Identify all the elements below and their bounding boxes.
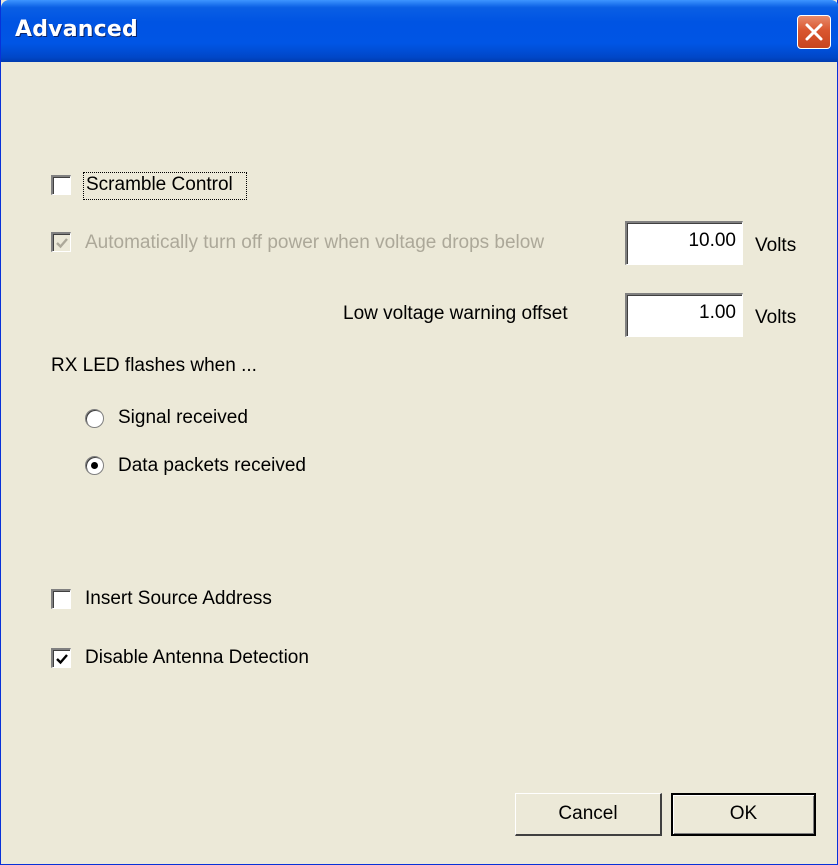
insert-source-address-label[interactable]: Insert Source Address (85, 587, 272, 611)
power-off-voltage-unit: Volts (755, 235, 797, 256)
cancel-button[interactable]: Cancel (515, 793, 662, 836)
scramble-control-checkbox[interactable] (51, 175, 71, 195)
checkmark-icon (56, 654, 68, 665)
window-title: Advanced (15, 17, 138, 42)
insert-source-address-checkbox[interactable] (51, 589, 71, 609)
disable-antenna-detection-label[interactable]: Disable Antenna Detection (85, 646, 309, 670)
data-packets-received-radio[interactable] (85, 456, 104, 475)
auto-power-off-label: Automatically turn off power when voltag… (85, 232, 545, 253)
data-packets-received-label[interactable]: Data packets received (118, 454, 306, 478)
title-bar[interactable]: Advanced (1, 0, 838, 62)
close-icon (805, 23, 823, 41)
ok-button[interactable]: OK (671, 793, 816, 836)
scramble-control-label[interactable]: Scramble Control (86, 173, 233, 197)
checkmark-icon (56, 238, 68, 249)
radio-selected-dot (91, 462, 98, 469)
low-voltage-offset-label: Low voltage warning offset (343, 303, 568, 324)
auto-power-off-checkbox[interactable] (51, 232, 71, 252)
signal-received-label[interactable]: Signal received (118, 406, 248, 430)
low-voltage-offset-unit: Volts (755, 307, 797, 328)
disable-antenna-detection-checkbox[interactable] (51, 648, 71, 668)
rx-led-heading: RX LED flashes when ... (51, 355, 257, 376)
low-voltage-offset-input[interactable]: 1.00 (625, 293, 743, 337)
dialog-client-area: Scramble Control Automatically turn off … (5, 62, 835, 861)
signal-received-radio[interactable] (85, 409, 104, 428)
power-off-voltage-input[interactable]: 10.00 (625, 221, 743, 265)
advanced-dialog: Advanced Scramble Control Automatically … (0, 0, 838, 865)
close-button[interactable] (797, 15, 831, 49)
